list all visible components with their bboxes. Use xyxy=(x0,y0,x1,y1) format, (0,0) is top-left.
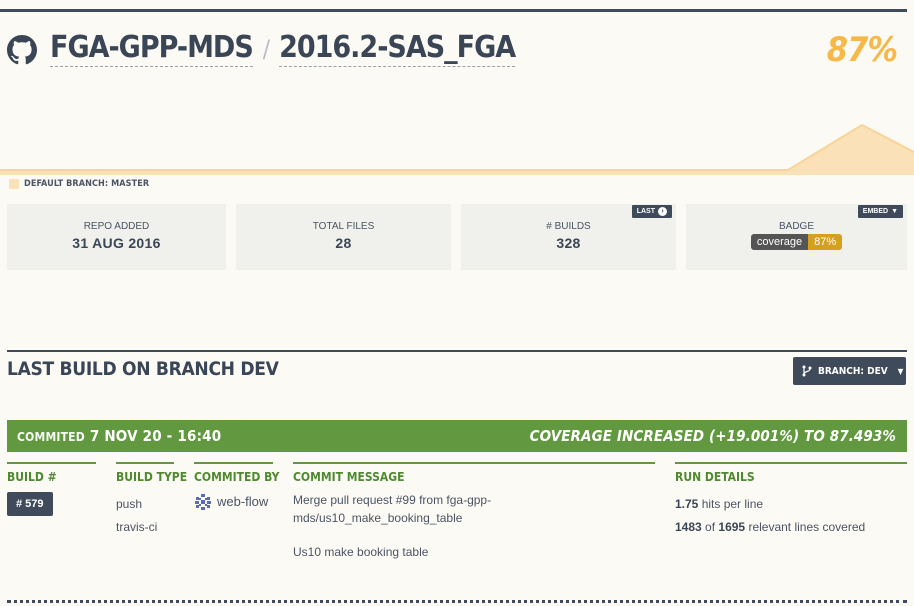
coverage-change: COVERAGE INCREASED (+19.001%) TO 87.493% xyxy=(529,427,896,445)
commit-message-line-1: Merge pull request #99 from fga-gpp- xyxy=(293,493,492,507)
column-rule xyxy=(194,462,273,464)
stat-label: REPO ADDED xyxy=(83,221,150,232)
column-rule xyxy=(7,462,96,464)
build-type-service: travis-ci xyxy=(116,520,158,534)
column-header-run-details: RUN DETAILS xyxy=(675,470,755,484)
stat-value: 31 AUG 2016 xyxy=(72,235,161,251)
commit-message-body: Us10 make booking table xyxy=(293,545,429,559)
commited-label: COMMITED xyxy=(17,430,85,444)
stat-label: TOTAL FILES xyxy=(312,221,375,232)
lines-covered: 1483 of 1695 relevant lines covered xyxy=(675,520,865,535)
arrow-right-icon: › xyxy=(658,207,667,216)
stat-card-builds: LAST › # BUILDS 328 xyxy=(461,204,676,270)
bottom-rule xyxy=(7,600,907,603)
column-rule xyxy=(675,462,907,464)
stat-card-badge: EMBED ▼ BADGE coverage 87% xyxy=(686,204,907,270)
build-number-button[interactable]: # 579 xyxy=(7,492,53,516)
embed-dropdown[interactable]: EMBED ▼ xyxy=(857,205,903,218)
embed-label: EMBED xyxy=(862,208,889,215)
section-rule xyxy=(7,350,907,352)
of-label: of xyxy=(705,520,716,534)
covered-value: 1483 xyxy=(675,520,702,534)
repo-title: FGA-GPP-MDS / 2016.2-SAS_FGA xyxy=(50,30,516,67)
path-separator: / xyxy=(262,35,270,63)
stat-label: BADGE xyxy=(778,221,814,232)
column-header-commited-by: COMMITED BY xyxy=(194,470,280,484)
caret-down-icon: ▼ xyxy=(897,366,904,376)
column-header-build-type: BUILD TYPE xyxy=(116,470,188,484)
build-status-bar: COMMITED 7 NOV 20 - 16:40 COVERAGE INCRE… xyxy=(7,420,907,452)
branch-button-label: BRANCH: DEV xyxy=(818,365,888,377)
column-rule xyxy=(116,462,174,464)
stat-value: 328 xyxy=(556,235,581,251)
stat-card-repo-added: REPO ADDED 31 AUG 2016 xyxy=(7,204,226,270)
stat-card-total-files: TOTAL FILES 28 xyxy=(236,204,451,270)
default-branch-label: DEFAULT BRANCH: MASTER xyxy=(24,179,150,189)
commit-message-line-2: mds/us10_make_booking_table xyxy=(293,511,463,525)
stat-label: # BUILDS xyxy=(546,221,591,232)
commit-date: COMMITED 7 NOV 20 - 16:40 xyxy=(17,427,221,445)
github-icon[interactable] xyxy=(7,35,37,65)
avatar xyxy=(194,493,212,511)
repo-link[interactable]: 2016.2-SAS_FGA xyxy=(279,30,516,67)
branch-select-button[interactable]: BRANCH: DEV ▼ xyxy=(793,357,906,385)
hits-label: hits per line xyxy=(701,497,764,511)
badge-label: coverage xyxy=(750,234,809,250)
column-header-commit-message: COMMIT MESSAGE xyxy=(293,470,405,484)
last-build-link[interactable]: LAST › xyxy=(631,205,672,218)
build-type-event: push xyxy=(116,497,143,511)
relevant-value: 1695 xyxy=(718,520,746,534)
last-label: LAST xyxy=(636,208,655,215)
hits-value: 1.75 xyxy=(675,497,699,511)
badge-value: 87% xyxy=(808,234,843,250)
commit-author[interactable]: web-flow xyxy=(217,494,268,509)
coverage-percentage: 87% xyxy=(826,30,898,70)
column-rule xyxy=(293,462,655,464)
relevant-label: relevant lines covered xyxy=(748,520,866,534)
hits-per-line: 1.75 hits per line xyxy=(675,497,763,512)
header: FGA-GPP-MDS / 2016.2-SAS_FGA 87% xyxy=(7,30,898,70)
owner-link[interactable]: FGA-GPP-MDS xyxy=(50,30,254,67)
legend-swatch xyxy=(9,179,19,189)
coverage-badge[interactable]: coverage 87% xyxy=(750,234,843,250)
column-header-build: BUILD # xyxy=(7,470,57,484)
commited-date: 7 NOV 20 - 16:40 xyxy=(89,427,222,445)
branch-icon xyxy=(802,365,812,377)
stat-value: 28 xyxy=(335,235,352,251)
coverage-sparkline xyxy=(0,123,914,175)
top-rule xyxy=(0,9,907,12)
default-branch-legend: DEFAULT BRANCH: MASTER xyxy=(9,179,149,189)
caret-down-icon: ▼ xyxy=(891,208,898,215)
section-title: LAST BUILD ON BRANCH DEV xyxy=(7,358,279,380)
